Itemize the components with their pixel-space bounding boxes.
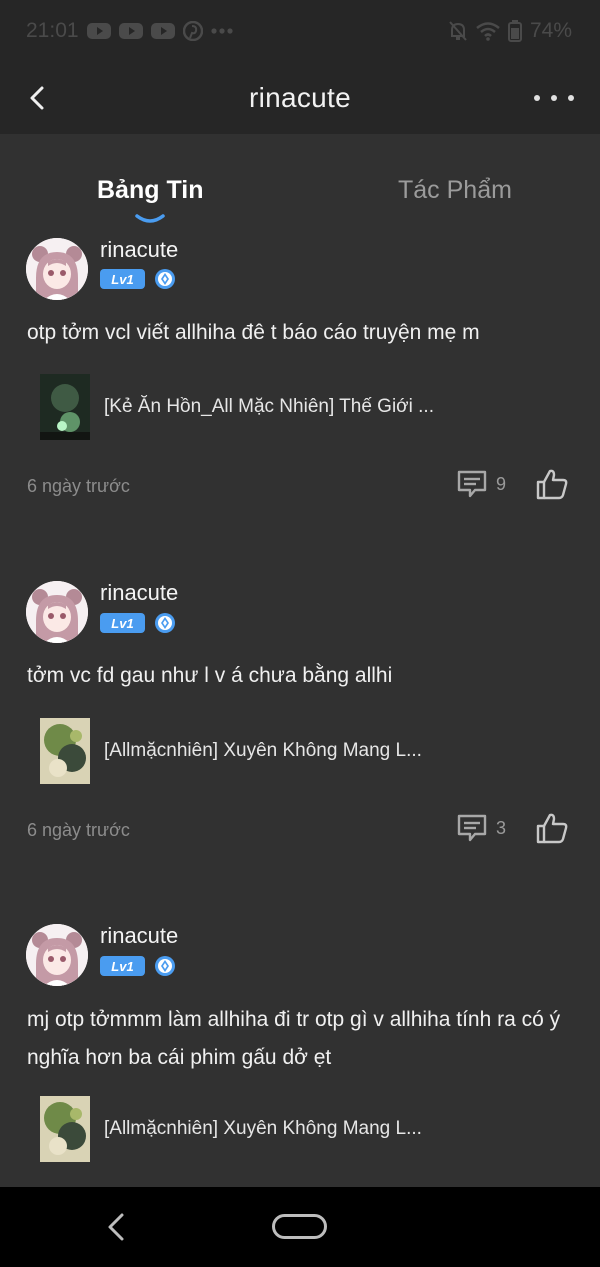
post-card[interactable]: rinacute Lv1 otp tởm vcl viết allhiha đê…	[0, 234, 600, 544]
author-name[interactable]: rinacute	[100, 923, 178, 949]
more-options-button[interactable]	[534, 88, 574, 108]
battery-icon	[507, 20, 522, 42]
story-title: [Kẻ Ăn Hồn_All Mặc Nhiên] Thế Giới ...	[104, 396, 434, 417]
shield-badge-icon	[154, 612, 176, 634]
level-badge: Lv1	[100, 269, 145, 289]
post-text: mj otp tởmmm làm allhiha đi tr otp gì v …	[27, 1008, 561, 1069]
post-card[interactable]: rinacute Lv1 mj otp tởmmm làm allhiha đi…	[0, 920, 600, 1180]
story-link[interactable]: [Allmặcnhiên] Xuyên Không Mang L...	[40, 1096, 422, 1162]
status-time: 21:01	[26, 19, 79, 42]
system-home-button[interactable]	[272, 1214, 327, 1239]
system-navigation-bar	[0, 1187, 600, 1267]
mute-icon	[449, 21, 467, 41]
post-timestamp: 6 ngày trước	[27, 820, 130, 840]
battery-percent: 74%	[529, 19, 572, 42]
story-title: [Allmặcnhiên] Xuyên Không Mang L...	[104, 1118, 422, 1139]
system-back-button[interactable]	[104, 1212, 128, 1242]
story-link[interactable]: [Allmặcnhiên] Xuyên Không Mang L...	[40, 718, 422, 784]
shield-badge-icon	[154, 268, 176, 290]
more-notifications-icon	[210, 28, 233, 34]
like-button[interactable]	[535, 811, 569, 845]
shield-badge-icon	[154, 955, 176, 977]
post-timestamp: 6 ngày trước	[27, 476, 130, 496]
author-name[interactable]: rinacute	[100, 580, 178, 606]
status-bar: 21:01 74%	[0, 0, 600, 62]
comment-icon	[456, 468, 488, 500]
comment-icon	[456, 812, 488, 844]
status-right: 74%	[448, 19, 572, 43]
dot-icon	[534, 95, 540, 101]
author-name[interactable]: rinacute	[100, 237, 178, 263]
wifi-icon	[476, 22, 500, 41]
comment-button[interactable]: 3	[456, 812, 506, 844]
post-text: otp tởm vcl viết allhiha đê t báo cáo tr…	[27, 321, 480, 344]
status-left: 21:01	[26, 19, 233, 43]
badge-row: Lv1	[100, 268, 176, 290]
youtube-icon	[150, 23, 175, 39]
comment-count: 9	[496, 473, 507, 494]
level-badge: Lv1	[100, 956, 145, 976]
story-thumbnail	[40, 374, 90, 440]
like-button[interactable]	[535, 467, 569, 501]
youtube-icon	[118, 23, 143, 39]
story-link[interactable]: [Kẻ Ăn Hồn_All Mặc Nhiên] Thế Giới ...	[40, 374, 434, 440]
level-badge: Lv1	[100, 613, 145, 633]
comment-button[interactable]: 9	[456, 468, 506, 500]
avatar[interactable]	[26, 581, 88, 643]
comment-count: 3	[496, 817, 507, 838]
avatar[interactable]	[26, 924, 88, 986]
badge-row: Lv1	[100, 955, 176, 977]
youtube-icon	[86, 23, 111, 39]
tab-news-feed[interactable]: Bảng Tin	[97, 176, 203, 205]
story-thumbnail	[40, 718, 90, 784]
tab-works[interactable]: Tác Phẩm	[398, 176, 512, 205]
post-text: tởm vc fd gau như l v á chưa bằng allhi	[27, 664, 393, 687]
story-thumbnail	[40, 1096, 90, 1162]
avatar[interactable]	[26, 238, 88, 300]
pinterest-icon	[182, 21, 203, 41]
active-tab-indicator	[135, 214, 165, 223]
page-title: rinacute	[248, 82, 351, 113]
post-card[interactable]: rinacute Lv1 tởm vc fd gau như l v á chư…	[0, 577, 600, 887]
dot-icon	[551, 95, 557, 101]
dot-icon	[568, 95, 574, 101]
back-button[interactable]	[22, 82, 54, 114]
profile-tabs: Bảng Tin Tác Phẩm	[0, 134, 600, 234]
badge-row: Lv1	[100, 612, 176, 634]
app-header: rinacute	[0, 62, 600, 134]
story-title: [Allmặcnhiên] Xuyên Không Mang L...	[104, 740, 422, 761]
